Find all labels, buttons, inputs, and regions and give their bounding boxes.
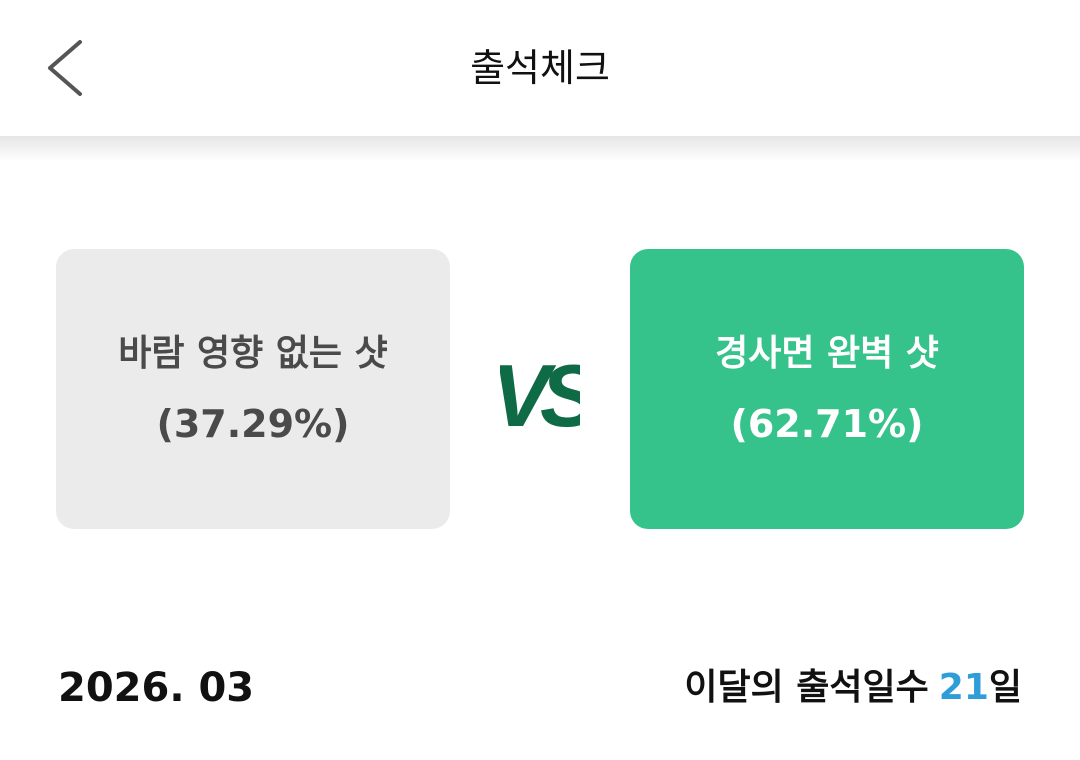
vote-option-right[interactable]: 경사면 완벽 샷 (62.71%) — [630, 249, 1024, 529]
page-title: 출석체크 — [470, 46, 610, 90]
attendance-unit: 일 — [988, 667, 1022, 708]
vs-icon: VS — [500, 346, 580, 442]
vote-option-right-percent: (62.71%) — [730, 402, 924, 446]
attendance-label: 이달의 출석일수 — [684, 667, 929, 708]
vs-label: VS — [500, 346, 580, 442]
current-month: 2026. 03 — [58, 665, 255, 711]
vote-option-left[interactable]: 바람 영향 없는 샷 (37.29%) — [56, 249, 450, 529]
header-shadow — [0, 136, 1080, 162]
vote-option-left-percent: (37.29%) — [156, 402, 350, 446]
vote-option-left-label: 바람 영향 없는 샷 — [118, 333, 388, 374]
top-app-bar: 출석체크 — [0, 0, 1080, 136]
attendance-count: 21 — [938, 667, 989, 708]
vote-option-right-label: 경사면 완벽 샷 — [715, 333, 939, 374]
attendance-summary: 이달의 출석일수 21일 — [684, 662, 1022, 714]
